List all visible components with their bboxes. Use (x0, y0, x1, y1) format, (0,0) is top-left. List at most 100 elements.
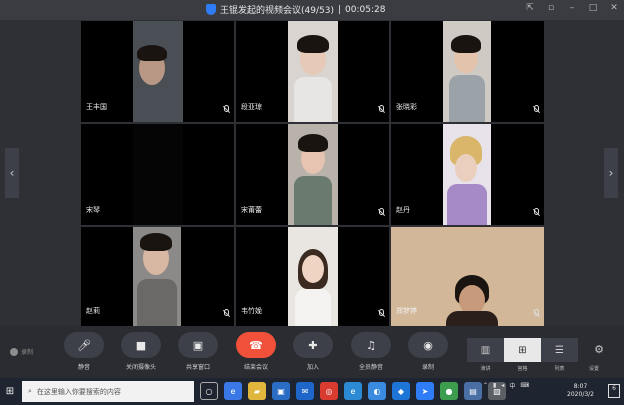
speaker-view-label: 演讲 (480, 366, 491, 372)
mute-button[interactable]: 🎤︎ 静音 (62, 332, 106, 371)
grid-view-label: 宫格 (517, 366, 528, 372)
camera-feed (288, 227, 338, 326)
video-tile[interactable]: 郑梦婷 (391, 227, 544, 326)
participant-name: 赵丹 (396, 206, 410, 214)
search-icon: ⌕ (28, 387, 32, 395)
clock-date: 2020/3/2 (567, 391, 594, 398)
speaker-view-icon[interactable]: ▥ (467, 338, 504, 362)
next-page-arrow-icon[interactable]: › (604, 148, 618, 198)
share-screen-icon: ▣ (178, 332, 218, 358)
pin-icon[interactable]: ▫ (545, 3, 557, 13)
title-separator: | (337, 4, 342, 15)
title-bar: 王锟发起的视频会议(49/53) | 00:05:28 ⇱ ▫ – □ ✕ (0, 0, 624, 20)
mic-muted-icon (224, 105, 229, 112)
camera-feed (288, 21, 338, 122)
search-placeholder: 在这里输入你要搜索的内容 (36, 387, 121, 396)
participant-name: 王丰国 (86, 103, 107, 111)
join-button[interactable]: ✚ 加入 (291, 332, 335, 371)
video-tile[interactable]: 王丰国 (81, 21, 234, 122)
file-explorer-icon[interactable]: ▰ (248, 382, 266, 400)
app-icon[interactable]: ▤ (464, 382, 482, 400)
video-tile[interactable]: 段亚琼 (236, 21, 389, 122)
camera-off-button[interactable]: ■ 关闭摄像头 (119, 332, 163, 371)
prev-page-arrow-icon[interactable]: ‹ (5, 148, 19, 198)
camera-feed (443, 124, 491, 225)
chevron-up-icon[interactable]: ⌃ (483, 382, 488, 389)
view-mode-labels: 演讲 宫格 列表 (467, 365, 578, 372)
taskbar-clock[interactable]: 8:07 2020/3/2 (567, 383, 594, 399)
tencent-meeting-icon[interactable]: ◆ (392, 382, 410, 400)
add-person-icon: ✚ (293, 332, 333, 358)
ie-browser-icon[interactable]: e (344, 382, 362, 400)
view-mode-switcher: ▥ ⊞ ☰ (467, 338, 578, 362)
close-icon[interactable]: ✕ (608, 3, 620, 13)
record-dot-icon (10, 347, 18, 356)
participant-name: 张晓彩 (396, 103, 417, 111)
video-tile[interactable]: 宋琴 (81, 124, 234, 225)
mail-icon[interactable]: ✉ (296, 382, 314, 400)
end-meeting-label: 结束会议 (243, 364, 268, 371)
camera-feed (133, 124, 183, 225)
camera-feed (443, 21, 491, 122)
gear-icon[interactable]: ⚙ (590, 343, 608, 356)
meeting-timer: 00:05:28 (345, 4, 386, 15)
edge-browser-icon[interactable]: e (224, 382, 242, 400)
mute-all-label: 全员静音 (358, 364, 383, 371)
clock-time: 8:07 (573, 383, 588, 390)
qq-browser-icon[interactable]: ◐ (368, 382, 386, 400)
recording-indicator: 录制 (10, 347, 33, 356)
windows-start-icon[interactable]: ⊞ (0, 378, 20, 405)
system-tray: ⌃ ▮ ◂ 中 ⌨ (483, 381, 529, 390)
dingtalk-icon[interactable]: ➤ (416, 382, 434, 400)
video-tile[interactable]: 赵莉 (81, 227, 234, 326)
hang-up-icon: ☎︎ (236, 332, 276, 358)
notification-count: 6 (612, 385, 616, 392)
mic-muted-icon (534, 105, 539, 112)
participant-name: 段亚琼 (241, 103, 262, 111)
grid-view-icon[interactable]: ⊞ (504, 338, 541, 362)
recording-label: 录制 (21, 349, 34, 356)
minimize-icon[interactable]: – (566, 3, 578, 13)
camera-off-label: 关闭摄像头 (125, 364, 156, 371)
taskbar-apps: ○ e ▰ ▣ ✉ ◎ e ◐ ◆ ➤ ● ▤ ▧ (200, 382, 506, 400)
camera-feed (288, 124, 338, 225)
share-window-label: 共享窗口 (185, 364, 210, 371)
video-tile[interactable]: 张晓彩 (391, 21, 544, 122)
participant-name: 赵莉 (86, 307, 100, 315)
video-tile[interactable]: 宋莆蕾 (236, 124, 389, 225)
network-icon[interactable]: ▮ (493, 382, 496, 389)
task-view-icon[interactable]: ○ (200, 382, 218, 400)
taskbar-search-box[interactable]: ⌕ 在这里输入你要搜索的内容 (22, 381, 194, 402)
maximize-icon[interactable]: □ (587, 3, 599, 13)
mute-all-button[interactable]: ♫ 全员静音 (349, 332, 393, 371)
video-tile[interactable]: 赵丹 (391, 124, 544, 225)
store-icon[interactable]: ▣ (272, 382, 290, 400)
list-view-label: 列表 (554, 366, 565, 372)
wechat-icon[interactable]: ● (440, 382, 458, 400)
mic-muted-icon (379, 309, 384, 316)
mic-muted-icon (534, 309, 539, 316)
notification-center-icon[interactable]: 6 (608, 384, 620, 398)
volume-icon[interactable]: ◂ (501, 382, 504, 389)
meeting-title: 王锟发起的视频会议(49/53) (220, 6, 334, 16)
ime-indicator[interactable]: 中 (509, 381, 515, 390)
chrome-icon[interactable]: ◎ (320, 382, 338, 400)
camera-feed-dark (183, 69, 205, 122)
title-group: 王锟发起的视频会议(49/53) | 00:05:28 (206, 3, 385, 16)
settings-label: 设置 (589, 366, 600, 372)
record-button[interactable]: ◉ 录制 (406, 332, 450, 371)
record-icon: ◉ (408, 332, 448, 358)
join-label: 加入 (306, 364, 319, 371)
mute-all-icon: ♫ (351, 332, 391, 358)
list-view-icon[interactable]: ☰ (541, 338, 578, 362)
end-meeting-button[interactable]: ☎︎ 结束会议 (234, 332, 278, 371)
mic-muted-icon (224, 309, 229, 316)
mic-muted-icon (379, 208, 384, 215)
ime-mode-icon[interactable]: ⌨ (520, 382, 529, 389)
mic-muted-icon (379, 105, 384, 112)
share-screen-icon[interactable]: ⇱ (524, 3, 536, 13)
share-window-button[interactable]: ▣ 共享窗口 (176, 332, 220, 371)
participant-name: 韦竹娩 (241, 307, 262, 315)
video-tile[interactable]: 韦竹娩 (236, 227, 389, 326)
video-grid: 王丰国 段亚琼 张晓彩 宋琴 宋莆蕾 赵丹 赵莉 韦竹娩 郑梦婷 (81, 21, 544, 326)
